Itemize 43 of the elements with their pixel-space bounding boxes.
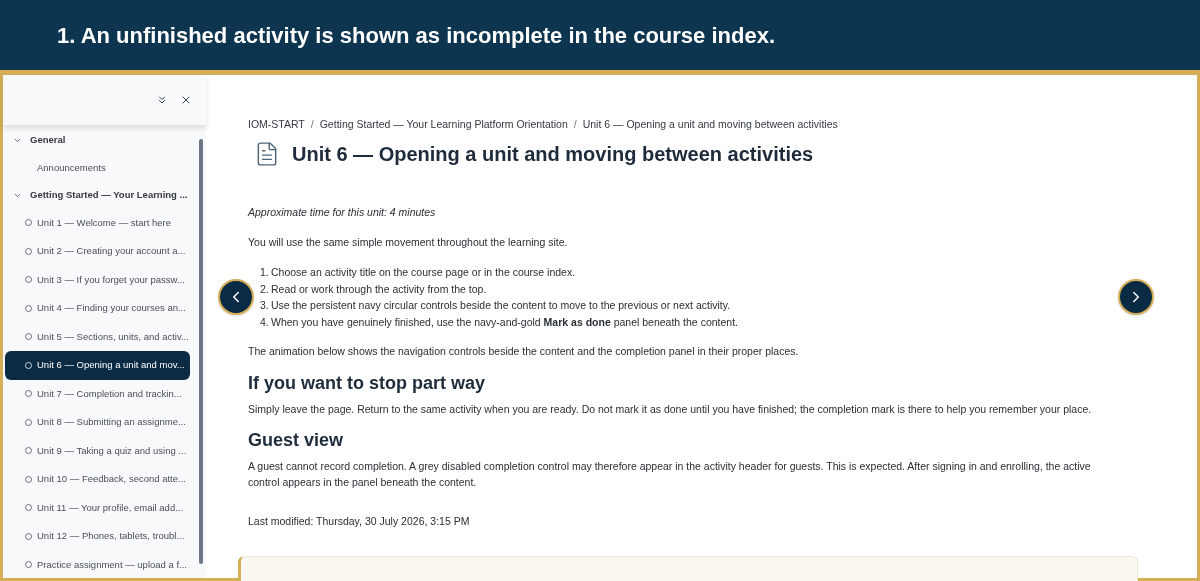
course-index-item[interactable]: Announcements — [5, 153, 190, 182]
previous-activity-button[interactable] — [218, 279, 254, 315]
breadcrumb-separator: / — [573, 117, 577, 132]
step-text: When you have genuinely finished, use the navy-and-gold Mark as done panel beneath the content. — [271, 314, 738, 330]
course-index-item[interactable]: Unit 7 — Completion and trackin... — [5, 379, 190, 408]
next-activity-button[interactable] — [1118, 279, 1154, 315]
breadcrumb-separator: / — [310, 117, 314, 132]
step-number: 4. — [260, 314, 270, 330]
collapse-all-icon[interactable] — [156, 94, 168, 106]
time-note: Approximate time for this unit: 4 minutes — [248, 204, 437, 220]
course-index-item[interactable]: Unit 2 — Creating your account a... — [5, 237, 190, 266]
breadcrumb-link[interactable]: Unit 6 — Opening a unit and moving between activities — [582, 117, 838, 133]
step-number: 2. — [260, 281, 270, 297]
course-index-item[interactable]: Unit 3 — If you forget your passw... — [5, 265, 190, 294]
section-heading: Guest view — [248, 429, 345, 452]
last-modified: Last modified: Thursday, 30 July 2026, 3:15 PM — [248, 514, 471, 529]
section-text: A guest cannot record completion. A grey disabled completion control may therefore appear in the activity header for guests. This is expected. After signing in and enrolling, the active control appears in the panel beneath the content. — [248, 459, 1092, 490]
section-heading: If you want to stop part way — [248, 372, 486, 395]
animation-note: The animation below shows the navigation controls beside the content and the completion panel in their proper places. — [248, 344, 800, 360]
course-index-item[interactable]: Unit 8 — Submitting an assignme... — [5, 408, 190, 437]
section-header[interactable]: General — [5, 127, 190, 154]
step-text: Use the persistent navy circular controls beside the content to move to the previous or next activity. — [271, 298, 731, 314]
intro-text: You will use the same simple movement throughout the learning site. — [248, 234, 569, 250]
banner-title: 1. An unfinished activity is shown as incomplete in the course index. — [57, 21, 775, 50]
page-title: Unit 6 — Opening a unit and moving between activities — [292, 141, 814, 167]
course-index-item[interactable]: Unit 5 — Sections, units, and activ... — [5, 322, 190, 351]
course-index-item[interactable]: Unit 9 — Taking a quiz and using ... — [5, 436, 190, 465]
breadcrumb-link[interactable]: IOM-START — [248, 117, 305, 133]
course-index-item[interactable]: Unit 1 — Welcome — start here — [5, 208, 190, 237]
breadcrumb-link[interactable]: Getting Started — Your Learning Platform Orientation — [319, 117, 568, 133]
course-index-item[interactable]: Unit 4 — Finding your courses an... — [5, 294, 190, 323]
section-text: Simply leave the page. Return to the same activity when you are ready. Do not mark it as done until you have finished; the completion mark is there to help you remember your place. — [248, 402, 1093, 417]
step-number: 1. — [260, 265, 270, 281]
course-index-item[interactable]: Unit 10 — Feedback, second atte... — [5, 465, 190, 494]
section-header[interactable]: Getting Started — Your Learning ... — [5, 182, 190, 209]
course-index-item[interactable]: Practice assignment — upload a f... — [5, 550, 190, 579]
course-index-item[interactable]: Unit 11 — Your profile, email add... — [5, 493, 190, 522]
course-index-item[interactable]: Unit 6 — Opening a unit and mov... — [5, 351, 190, 380]
close-icon[interactable] — [180, 94, 192, 106]
step-number: 3. — [260, 298, 270, 314]
step-text: Read or work through the activity from the top. — [271, 281, 487, 297]
step-text: Choose an activity title on the course page or in the course index. — [271, 265, 576, 281]
course-index-item[interactable]: Unit 12 — Phones, tablets, troubl... — [5, 522, 190, 551]
